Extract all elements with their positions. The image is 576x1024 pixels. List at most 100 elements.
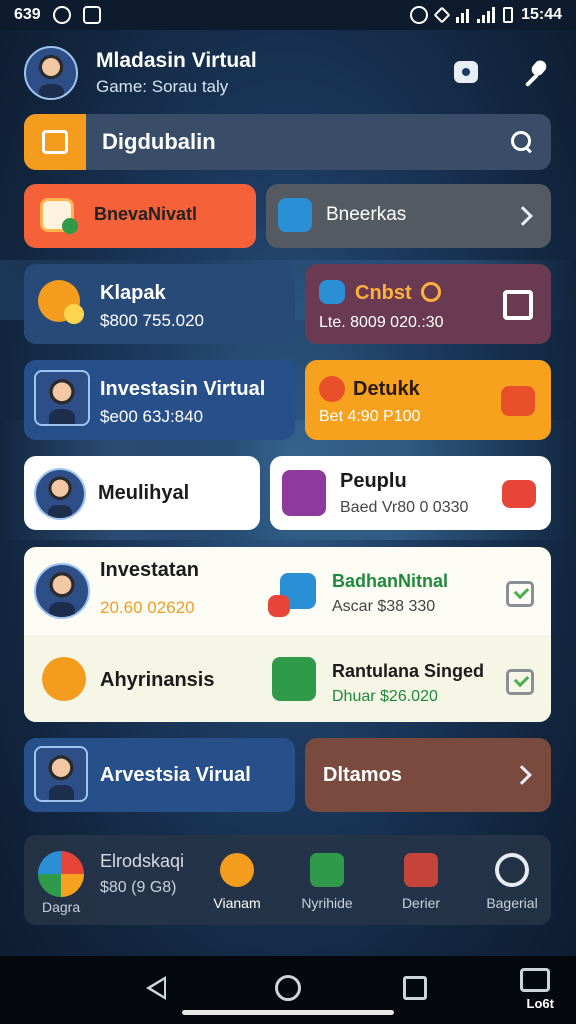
tile-title: Detukk [353, 378, 420, 400]
nav-item-label: Dagra [42, 899, 81, 915]
profile-header: Mladasin Virtual Game: Sorau taly [24, 42, 552, 104]
home-icon[interactable] [275, 975, 301, 1001]
coin-icon [64, 304, 84, 324]
list-item-amount: Ascar $38 330 [332, 598, 436, 615]
camera-icon [310, 853, 344, 887]
tile-amount: $800 755.020 [100, 311, 204, 330]
tile-title: Klapak [100, 282, 166, 304]
chat-button[interactable] [448, 54, 484, 90]
tile-meulihyal[interactable]: Meulihyal [24, 456, 260, 530]
chevron-right-icon [513, 206, 533, 226]
target-icon [319, 376, 345, 402]
tag-icon [24, 114, 86, 170]
chat-icon [454, 61, 478, 83]
map-icon [272, 657, 316, 701]
nav-item-bagerial[interactable]: Bagerial [467, 853, 551, 911]
nav-card-title: Elrodskaqi [100, 851, 185, 871]
mute-icon [433, 6, 451, 24]
search-icon[interactable] [511, 131, 533, 153]
calendar-icon [82, 6, 101, 24]
tile-bnevanivatl[interactable]: BnevaNivatl [24, 184, 256, 248]
investment-list: Investatan 20.60 02620 BadhanNitnal Asca… [24, 547, 551, 722]
tile-cnbst[interactable]: Cnbst Lte. 8009 020.:30 [305, 264, 551, 344]
search-label: Digdubalin [102, 129, 216, 154]
battery-icon [503, 7, 514, 23]
tile-title: Dltamos [323, 764, 402, 786]
star-coin-icon [220, 853, 254, 887]
mic-icon [520, 58, 548, 86]
search-bar[interactable]: Digdubalin [24, 114, 551, 170]
tile-title: Arvestsia Virual [100, 764, 251, 786]
tile-amount: Lte. 8009 020.:30 [319, 314, 444, 331]
coin-icon [421, 282, 441, 302]
nav-item-vianam[interactable]: Vianam [192, 853, 282, 911]
avatar [34, 746, 88, 802]
tile-amount: $e00 63J:840 [100, 407, 204, 426]
back-icon[interactable] [146, 976, 166, 1000]
tile-bneerkas[interactable]: Bneerkas [266, 184, 551, 248]
nav-item-label: Nyrihide [301, 895, 353, 911]
avatar [34, 468, 86, 520]
bottom-nav: Elrodskaqi $80 (9 G8) Dagra Vianam Nyrih… [24, 835, 551, 925]
checkbox-icon[interactable] [506, 669, 534, 695]
badge-icon [62, 218, 78, 234]
wifi-icon [456, 7, 470, 23]
avatar [34, 563, 90, 619]
list-item-title: Rantulana Singed [332, 661, 485, 681]
profile-name: Mladasin Virtual [96, 49, 257, 72]
wallet-icon[interactable] [503, 290, 533, 320]
nav-item-nyrihide[interactable]: Nyrihide [282, 853, 372, 911]
lock-icon [495, 853, 529, 887]
tile-amount: Baed Vr80 0 0330 [340, 499, 469, 516]
tile-peuplu[interactable]: Peuplu Baed Vr80 0 0330 [270, 456, 551, 530]
recents-icon[interactable] [403, 976, 427, 1000]
status-time-left: 639 [14, 6, 41, 23]
gift-box-icon[interactable] [502, 480, 536, 508]
alarm-icon [410, 6, 429, 24]
nav-card-amount: $80 (9 G8) [100, 879, 177, 896]
tile-detukk[interactable]: Detukk Bet 4:90 P100 [305, 360, 551, 440]
list-item-title: Ahyrinansis [100, 669, 215, 691]
tile-investasin-virtual[interactable]: Investasin Virtual $e00 63J:840 [24, 360, 295, 440]
menu-icon[interactable] [501, 386, 535, 416]
profile-subtitle: Game: Sorau taly [96, 77, 229, 96]
notification-icon [52, 6, 71, 24]
edit-icon [404, 853, 438, 887]
signal-icon [477, 7, 496, 23]
tile-klapak[interactable]: Klapak $800 755.020 [24, 264, 295, 344]
avatar[interactable] [24, 46, 78, 100]
tile-title: Meulihyal [98, 482, 190, 504]
tile-label: BnevaNivatl [94, 204, 198, 224]
list-item-title: Investatan [100, 559, 199, 581]
tile-arvestsia-virual[interactable]: Arvestsia Virual [24, 738, 295, 812]
tile-title: Peuplu [340, 470, 407, 492]
medal-icon [42, 657, 86, 701]
nav-item-label: Bagerial [486, 895, 538, 911]
shield-icon [319, 280, 345, 304]
badge-icon [268, 595, 290, 617]
status-bar: 639 15:44 [0, 0, 576, 30]
checkbox-icon[interactable] [506, 581, 534, 607]
chart-icon [278, 198, 312, 232]
system-nav-bar: Lo6t [0, 956, 576, 1024]
nav-item-label: Vianam [213, 895, 261, 911]
palette-icon [38, 851, 84, 897]
screenshot-icon[interactable] [520, 968, 550, 992]
nav-item-label: Derier [401, 895, 441, 911]
tile-label: Bneerkas [326, 204, 407, 225]
status-time-right: 15:44 [521, 6, 562, 23]
list-item-amount: Dhuar $26.020 [332, 688, 438, 705]
mic-button[interactable] [516, 54, 552, 90]
tile-amount: Bet 4:90 P100 [319, 408, 421, 425]
tile-dltamos[interactable]: Dltamos [305, 738, 551, 812]
home-indicator [182, 1010, 394, 1015]
avatar [34, 370, 90, 426]
list-item-amount: 20.60 02620 [100, 598, 195, 617]
chevron-right-icon [512, 765, 532, 785]
gift-icon [282, 470, 326, 516]
nav-item-derier[interactable]: Derier [376, 853, 466, 911]
tile-title: Cnbst [355, 282, 412, 304]
tile-title: Investasin Virtual [100, 378, 266, 400]
corner-label: Lo6t [526, 996, 554, 1011]
list-item-title: BadhanNitnal [332, 571, 449, 591]
